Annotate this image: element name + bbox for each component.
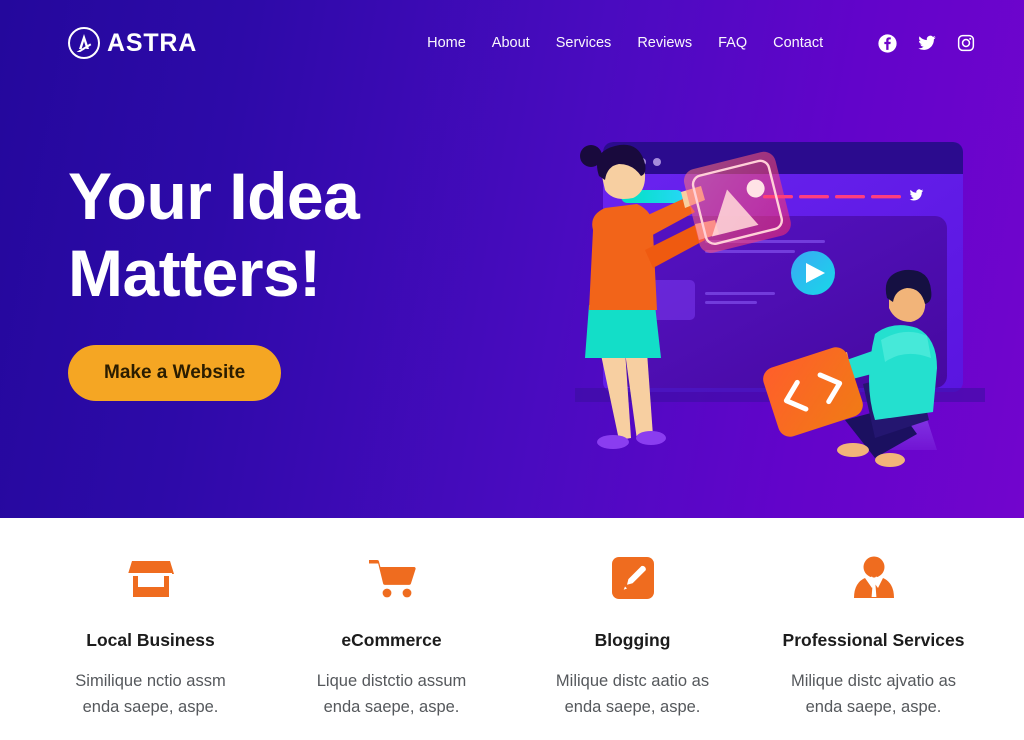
astra-circle-a-icon: [68, 27, 100, 59]
brand-name: ASTRA: [107, 28, 198, 57]
nav-item-faq[interactable]: FAQ: [718, 35, 747, 51]
feature-desc-line-2: enda saepe, aspe.: [82, 697, 219, 716]
feature-card-professional-services[interactable]: Professional Services Milique distc ajva…: [753, 552, 994, 740]
nav-item-home[interactable]: Home: [427, 35, 466, 51]
feature-title: eCommerce: [341, 630, 442, 650]
feature-card-blogging[interactable]: Blogging Milique distc aatio as enda sae…: [512, 552, 753, 740]
feature-title: Local Business: [86, 630, 215, 650]
feature-card-ecommerce[interactable]: eCommerce Lique distctio assum enda saep…: [271, 552, 512, 740]
feature-description: Similique nctio assm enda saepe, aspe.: [48, 669, 253, 720]
feature-desc-line-1: Lique distctio assum: [316, 672, 467, 690]
feature-desc-line-1: Similique nctio assm: [75, 672, 226, 690]
feature-description: Lique distctio assum enda saepe, aspe.: [289, 669, 494, 720]
instagram-icon[interactable]: [957, 34, 975, 52]
feature-description: Milique distc aatio as enda saepe, aspe.: [530, 669, 735, 720]
nav-item-about[interactable]: About: [492, 35, 530, 51]
feature-desc-line-1: Milique distc ajvatio as: [790, 672, 957, 690]
businessman-icon: [771, 552, 976, 604]
hero-section: ASTRA Home About Services Reviews FAQ Co…: [0, 0, 1024, 518]
brand-logo[interactable]: ASTRA: [68, 27, 197, 59]
feature-desc-line-2: enda saepe, aspe.: [564, 697, 701, 716]
nav-item-reviews[interactable]: Reviews: [637, 35, 692, 51]
site-header: ASTRA Home About Services Reviews FAQ Co…: [0, 0, 1024, 86]
store-icon: [48, 552, 253, 604]
hero-copy: Your Idea Matters! Make a Website: [68, 158, 360, 402]
make-a-website-button[interactable]: Make a Website: [68, 345, 282, 402]
feature-description: Milique distc ajvatio as enda saepe, asp…: [771, 669, 976, 720]
feature-desc-line-1: Milique distc aatio as: [555, 672, 710, 690]
nav-item-services[interactable]: Services: [556, 35, 612, 51]
hero-title-line-1: Your Idea: [68, 159, 360, 233]
nav-item-contact[interactable]: Contact: [773, 35, 823, 51]
shopping-cart-icon: [289, 552, 494, 604]
pencil-edit-icon: [530, 552, 735, 604]
feature-desc-line-2: enda saepe, aspe.: [805, 697, 942, 716]
feature-card-local-business[interactable]: Local Business Similique nctio assm enda…: [30, 552, 271, 740]
play-icon: [791, 251, 835, 295]
feature-title: Professional Services: [782, 630, 965, 650]
twitter-icon[interactable]: [917, 34, 937, 53]
social-links: [878, 33, 975, 53]
feature-title: Blogging: [594, 630, 671, 650]
hero-title-line-2: Matters!: [68, 235, 321, 310]
feature-desc-line-2: enda saepe, aspe.: [323, 697, 460, 716]
main-nav: Home About Services Reviews FAQ Contact: [427, 35, 823, 51]
features-section: Local Business Similique nctio assm enda…: [0, 518, 1024, 740]
facebook-icon[interactable]: [878, 33, 897, 53]
hero-illustration: [545, 120, 1015, 518]
hero-title: Your Idea Matters!: [68, 158, 360, 311]
